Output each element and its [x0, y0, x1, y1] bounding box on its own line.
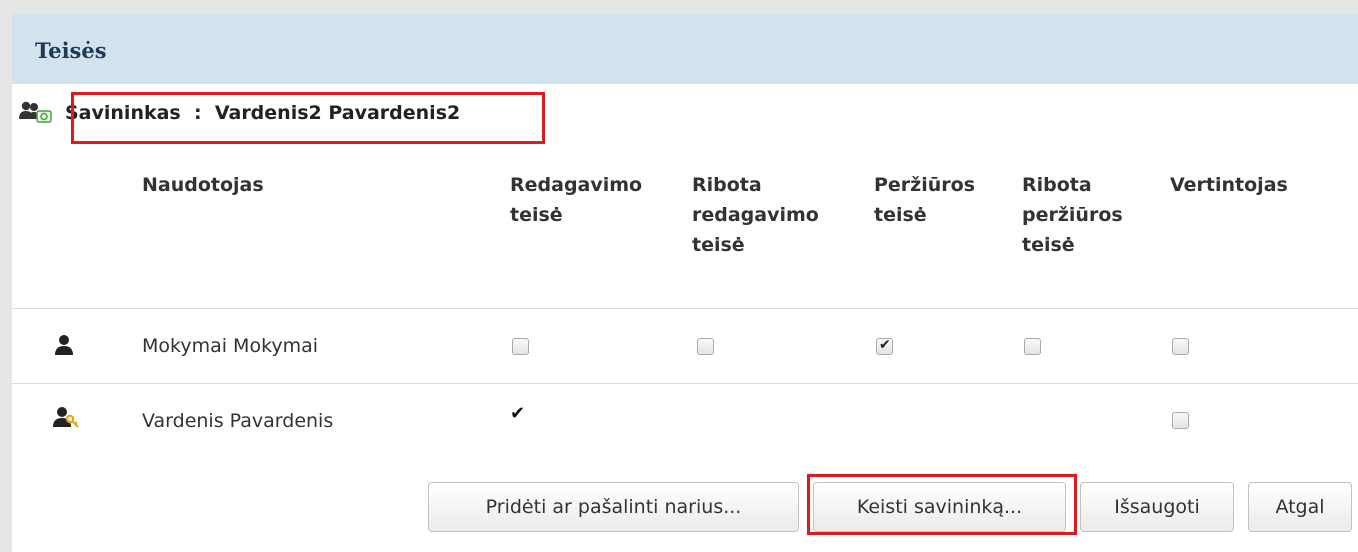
owner-highlight-box [71, 92, 545, 144]
view-permission-checkbox[interactable]: ✔ [876, 337, 893, 355]
evaluator-checkbox[interactable] [1172, 412, 1189, 429]
header-edit: Redagavimo teisė [510, 174, 643, 226]
panel-header: Teisės [12, 14, 1358, 84]
change-owner-highlight-box [807, 474, 1077, 535]
edit-permission-check-icon: ✔ [510, 403, 526, 424]
header-view: Peržiūros teisė [874, 174, 976, 226]
back-button[interactable]: Atgal [1248, 482, 1352, 532]
panel-title: Teisės [35, 38, 107, 63]
checkmark-icon: ✔ [879, 337, 891, 353]
table-row-user-name: Mokymai Mokymai [142, 335, 319, 357]
owner-group-icon [19, 101, 52, 123]
table-header-divider [12, 308, 1358, 309]
header-limited-view: Ribota peržiūros teisė [1022, 174, 1123, 256]
user-key-icon [53, 407, 79, 428]
header-evaluator: Vertintojas [1170, 174, 1288, 196]
evaluator-checkbox[interactable] [1172, 338, 1189, 355]
header-user: Naudotojas [142, 174, 264, 196]
table-row-divider [12, 383, 1358, 384]
edit-permission-checkbox[interactable] [512, 338, 529, 355]
save-button[interactable]: Išsaugoti [1080, 482, 1234, 532]
header-limited-edit: Ribota redagavimo teisė [692, 174, 819, 256]
limited-view-permission-checkbox[interactable] [1024, 338, 1041, 355]
user-icon [55, 335, 73, 355]
table-row-user-name: Vardenis Pavardenis [142, 410, 334, 432]
add-remove-members-button[interactable]: Pridėti ar pašalinti narius... [428, 482, 799, 532]
limited-edit-permission-checkbox[interactable] [697, 338, 714, 355]
